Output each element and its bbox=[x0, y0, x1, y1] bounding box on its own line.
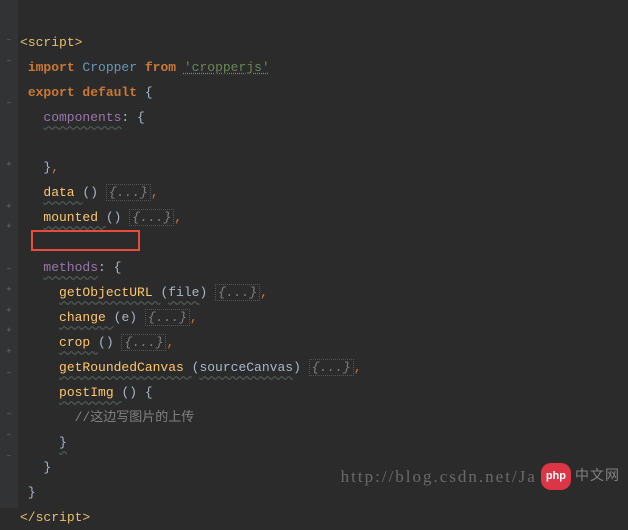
fold-icon[interactable] bbox=[0, 238, 18, 259]
fold-icon[interactable]: – bbox=[0, 92, 18, 113]
watermark: http://blog.csdn.net/Ja php 中文网 bbox=[341, 463, 620, 490]
fold-icon[interactable]: + bbox=[0, 342, 18, 363]
code-line: getRoundedCanvas (sourceCanvas) {...}, bbox=[20, 355, 628, 380]
code-line: data () {...}, bbox=[20, 180, 628, 205]
fold-icon[interactable]: – bbox=[0, 425, 18, 446]
code-line: mounted () {...}, bbox=[20, 205, 628, 230]
code-line: }, bbox=[20, 155, 628, 180]
fold-icon[interactable]: + bbox=[0, 196, 18, 217]
watermark-url: http://blog.csdn.net/Ja bbox=[341, 464, 537, 489]
fold-icon[interactable]: + bbox=[0, 217, 18, 238]
fold-icon[interactable]: – bbox=[0, 363, 18, 384]
code-line: crop () {...}, bbox=[20, 330, 628, 355]
fold-icon[interactable]: – bbox=[0, 446, 18, 467]
code-line: } bbox=[20, 430, 628, 455]
fold-icon[interactable] bbox=[0, 134, 18, 155]
code-line: //这边写图片的上传 bbox=[20, 405, 628, 430]
code-editor[interactable]: <script> import Cropper from 'cropperjs'… bbox=[18, 0, 628, 508]
code-line: methods: { bbox=[20, 255, 628, 280]
fold-icon[interactable]: – bbox=[0, 51, 18, 72]
code-line: <script> bbox=[20, 30, 628, 55]
fold-icon[interactable]: – bbox=[0, 259, 18, 280]
code-line: postImg () { bbox=[20, 380, 628, 405]
fold-icon[interactable] bbox=[0, 466, 18, 487]
fold-icon[interactable]: + bbox=[0, 300, 18, 321]
fold-icon[interactable]: + bbox=[0, 279, 18, 300]
code-line: change (e) {...}, bbox=[20, 305, 628, 330]
fold-icon[interactable] bbox=[0, 175, 18, 196]
code-line: components: { bbox=[20, 105, 628, 130]
fold-icon[interactable] bbox=[0, 383, 18, 404]
fold-icon[interactable]: + bbox=[0, 321, 18, 342]
fold-icon[interactable] bbox=[0, 113, 18, 134]
fold-icon[interactable]: – bbox=[0, 404, 18, 425]
fold-icon[interactable] bbox=[0, 487, 18, 508]
fold-icon[interactable]: + bbox=[0, 155, 18, 176]
code-line: import Cropper from 'cropperjs' bbox=[20, 55, 628, 80]
fold-icon[interactable] bbox=[0, 72, 18, 93]
code-line bbox=[20, 230, 628, 255]
code-line: export default { bbox=[20, 80, 628, 105]
watermark-cn: 中文网 bbox=[575, 464, 620, 489]
code-line: </script> bbox=[20, 505, 628, 530]
code-line bbox=[20, 130, 628, 155]
fold-icon[interactable]: – bbox=[0, 30, 18, 51]
php-badge-icon: php bbox=[541, 463, 571, 490]
gutter: – – – + + + – + + + + – – – – bbox=[0, 0, 18, 508]
code-line: getObjectURL (file) {...}, bbox=[20, 280, 628, 305]
